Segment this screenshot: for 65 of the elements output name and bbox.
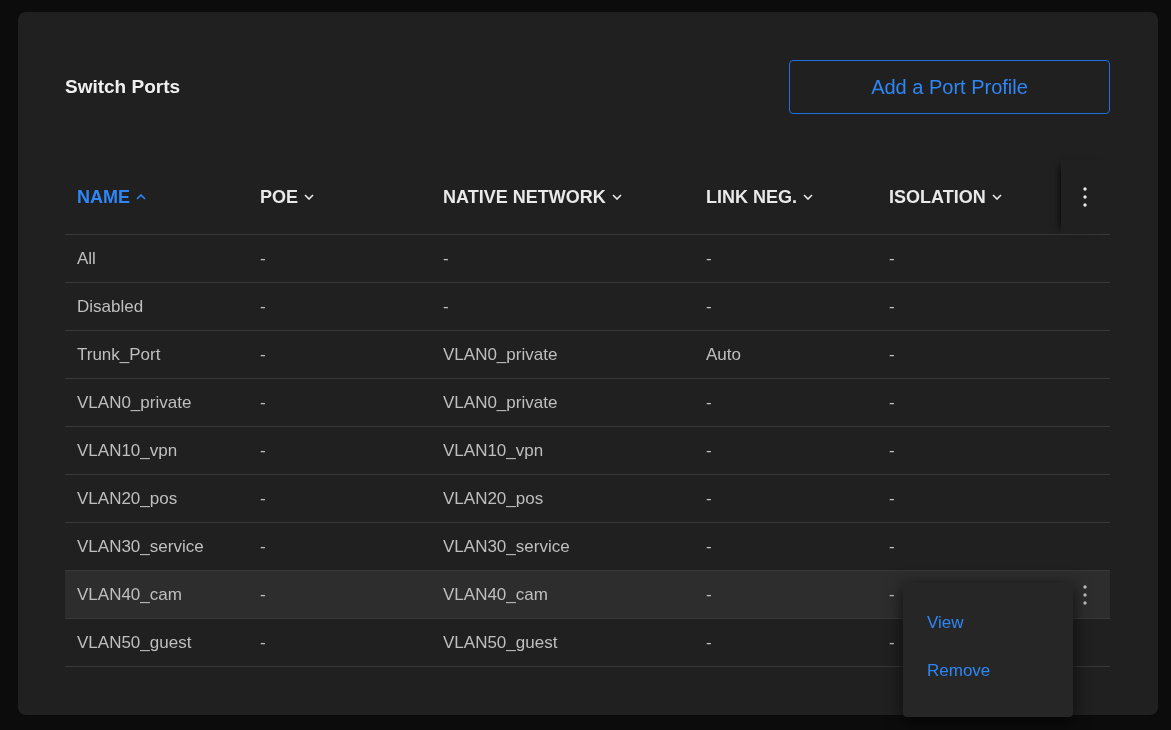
table-cell: - <box>706 488 712 508</box>
table-cell: - <box>889 488 895 508</box>
table-row[interactable]: VLAN20_pos - VLAN20_pos - - <box>65 475 1110 523</box>
table-cell: - <box>260 536 266 556</box>
table-cell: All <box>77 248 96 268</box>
chevron-down-icon <box>304 194 314 200</box>
column-header[interactable]: POE <box>260 186 314 208</box>
table-cell: - <box>706 440 712 460</box>
table-cell: - <box>889 584 895 604</box>
table-cell: - <box>889 344 895 364</box>
table-cell: - <box>706 632 712 652</box>
table-cell: VLAN40_cam <box>77 584 182 604</box>
more-options-icon[interactable] <box>1083 583 1087 606</box>
table-cell: - <box>889 536 895 556</box>
table-cell: - <box>706 248 712 268</box>
table-cell: VLAN30_service <box>77 536 204 556</box>
table-cell: - <box>260 296 266 316</box>
table-cell: VLAN10_vpn <box>77 440 178 460</box>
table-cell: - <box>889 296 895 316</box>
column-header[interactable]: NAME <box>77 186 146 208</box>
table-row[interactable]: All - - - - <box>65 235 1110 283</box>
table-cell: - <box>260 632 266 652</box>
chevron-down-icon <box>611 194 622 200</box>
section-title: Switch Ports <box>65 76 181 98</box>
more-options-icon[interactable] <box>1083 186 1087 208</box>
table-row[interactable]: Trunk_Port - VLAN0_private Auto - <box>65 331 1110 379</box>
table-cell: VLAN20_pos <box>77 488 178 508</box>
table-cell: Trunk_Port <box>77 344 161 364</box>
table-cell: VLAN30_service <box>443 536 570 556</box>
table-cell: - <box>260 584 266 604</box>
column-header[interactable]: ISOLATION <box>889 186 1002 208</box>
table-cell: - <box>889 440 895 460</box>
table-cell: - <box>260 392 266 412</box>
table-cell: - <box>889 392 895 412</box>
table-cell: - <box>260 488 266 508</box>
chevron-up-icon <box>136 194 146 200</box>
table-cell: - <box>706 536 712 556</box>
table-cell: - <box>706 392 712 412</box>
chevron-down-icon <box>803 194 813 200</box>
table-cell: - <box>260 248 266 268</box>
table-cell: VLAN0_private <box>77 392 192 412</box>
table-cell: - <box>889 248 895 268</box>
add-port-profile-button[interactable]: Add a Port Profile <box>789 60 1110 114</box>
column-header[interactable]: NATIVE NETWORK <box>443 186 622 208</box>
table-cell: Auto <box>706 344 741 364</box>
table-cell: - <box>260 440 266 460</box>
chevron-down-icon <box>991 194 1002 200</box>
table-cell: VLAN10_vpn <box>443 440 544 460</box>
table-cell: - <box>889 632 895 652</box>
table-row[interactable]: Disabled - - - - <box>65 283 1110 331</box>
table-row[interactable]: VLAN10_vpn - VLAN10_vpn - - <box>65 427 1110 475</box>
table-cell: - <box>706 296 712 316</box>
column-header[interactable]: LINK NEG. <box>706 186 813 208</box>
table-cell: VLAN20_pos <box>443 488 544 508</box>
table-cell: VLAN50_guest <box>443 632 558 652</box>
table-cell: Disabled <box>77 296 144 316</box>
table-cell: - <box>443 248 449 268</box>
table-cell: VLAN50_guest <box>77 632 192 652</box>
table-cell: - <box>443 296 449 316</box>
table-cell: VLAN0_private <box>443 344 558 364</box>
table-cell: VLAN40_cam <box>443 584 548 604</box>
table-cell: - <box>706 584 712 604</box>
table-cell: VLAN0_private <box>443 392 558 412</box>
table-cell: - <box>260 344 266 364</box>
table-row[interactable]: VLAN0_private - VLAN0_private - - <box>65 379 1110 427</box>
